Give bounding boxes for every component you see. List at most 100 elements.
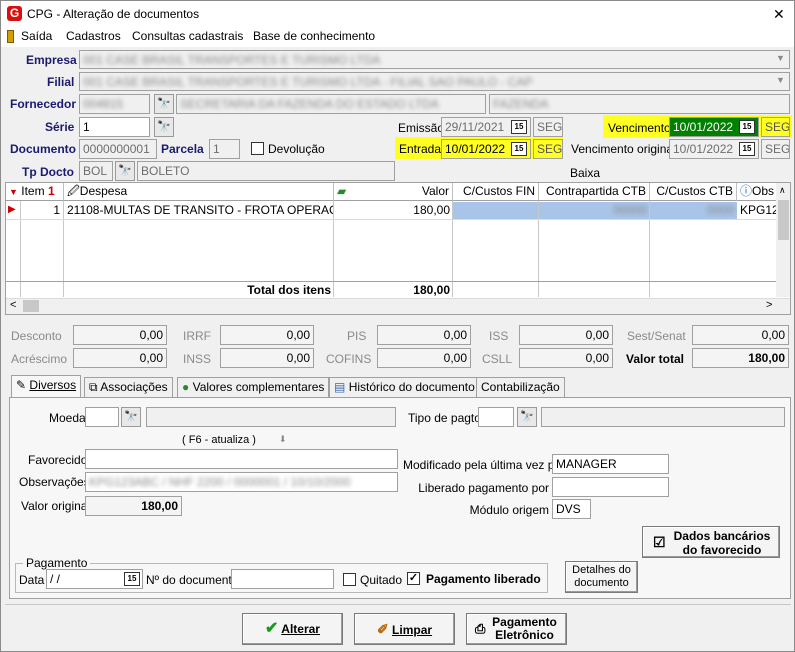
filial-select[interactable]: 001 CASE BRASIL TRANSPORTES E TURISMO LT…: [79, 72, 790, 91]
tpdocto-name-field: BOLETO: [137, 161, 395, 181]
col-header-despesa[interactable]: 🖉Despesa: [64, 183, 334, 201]
total-items-value: 180,00: [413, 283, 450, 297]
menu-base-conhecimento[interactable]: Base de conhecimento: [253, 29, 375, 43]
tipo-pagto-name-field: [541, 407, 785, 427]
close-icon[interactable]: ✕: [773, 6, 785, 23]
documento-field[interactable]: 0000000001: [79, 139, 157, 159]
emissao-label: Emissão: [398, 121, 445, 135]
pagamento-liberado-label: Pagamento liberado: [426, 572, 541, 586]
data-pagamento-calendar-icon[interactable]: 15: [124, 572, 140, 586]
tpdocto-code-field[interactable]: BOL: [79, 161, 113, 181]
col-header-obs[interactable]: ⓘObs: [737, 183, 777, 201]
table-row-ccfin[interactable]: [453, 202, 539, 219]
fornecedor-code-field[interactable]: 004815: [79, 94, 150, 114]
venc-original-calendar-icon[interactable]: 15: [739, 142, 755, 156]
fornecedor-name-field: SECRETARIA DA FAZENDA DO ESTADO LTDA: [176, 94, 486, 114]
items-grid[interactable]: ▼ Item 1 🖉Despesa ▰ Valor C/Custos FIN Co…: [5, 182, 791, 315]
tipo-pagto-field[interactable]: [478, 407, 514, 427]
col-header-item[interactable]: ▼ Item 1: [6, 183, 64, 201]
grid-hscroll-track[interactable]: [6, 298, 790, 314]
acrescimo-label: Acréscimo: [11, 352, 68, 366]
serie-label: Série: [45, 120, 75, 134]
detalhes-documento-button[interactable]: Detalhes do documento: [565, 561, 638, 593]
devolucao-checkbox[interactable]: [251, 142, 264, 155]
csll-field[interactable]: 0,00: [519, 348, 613, 368]
inss-field[interactable]: 0,00: [220, 348, 314, 368]
vencimento-calendar-icon[interactable]: 15: [739, 120, 755, 134]
dados-bancarios-button[interactable]: ☑ Dados bancários do favorecido: [642, 526, 780, 558]
moeda-search-binoculars-icon[interactable]: 🔭: [121, 407, 141, 427]
observacoes-field[interactable]: KPG123ABC / NHF 2200 / 0000001 / 10/10/2…: [85, 472, 398, 492]
document-icon: ▤: [334, 380, 346, 394]
iss-label: ISS: [489, 329, 509, 343]
entrada-calendar-icon[interactable]: 15: [511, 142, 527, 156]
pagamento-eletronico-button[interactable]: ⎙ Pagamento Eletrônico: [466, 613, 567, 645]
fornecedor-search-binoculars-icon[interactable]: 🔭: [154, 94, 174, 114]
chevron-left-icon[interactable]: <: [10, 299, 16, 311]
devolucao-label: Devolução: [268, 142, 325, 156]
printer-icon: ⎙: [475, 621, 486, 636]
entrada-day: SEG: [533, 139, 563, 159]
table-row-valor[interactable]: 180,00: [334, 202, 453, 219]
emissao-calendar-icon[interactable]: 15: [511, 120, 527, 134]
table-row-ccctb[interactable]: 0000: [650, 202, 737, 219]
moeda-name-field: [146, 407, 396, 427]
menu-cadastros[interactable]: Cadastros: [66, 29, 121, 43]
alterar-button[interactable]: ✔ Alterar: [242, 613, 343, 645]
empresa-select[interactable]: 001 CASE BRASIL TRANSPORTES E TURISMO LT…: [79, 50, 790, 69]
irrf-field[interactable]: 0,00: [220, 325, 314, 345]
tab-valores-complementares[interactable]: ● Valores complementares: [177, 377, 330, 397]
grid-vscroll-thumb[interactable]: [778, 200, 789, 240]
checklist-icon: ☑: [653, 534, 666, 550]
tab-diversos[interactable]: ✎ Diversos: [11, 375, 82, 398]
chevron-right-icon[interactable]: >: [766, 299, 772, 311]
moeda-field[interactable]: [85, 407, 119, 427]
serie-search-binoculars-icon[interactable]: 🔭: [154, 117, 174, 137]
observacoes-label: Observações: [19, 475, 90, 489]
table-row-despesa[interactable]: 21108-MULTAS DE TRANSITO - FROTA OPERACI…: [64, 202, 334, 219]
chevron-down-icon[interactable]: ▼: [776, 75, 785, 85]
chevron-up-icon[interactable]: ∧: [779, 185, 786, 196]
acrescimo-field[interactable]: 0,00: [73, 348, 167, 368]
serie-field[interactable]: 1: [79, 117, 150, 137]
chevron-down-icon[interactable]: ▼: [776, 53, 785, 63]
limpar-button[interactable]: ✐ Limpar: [354, 613, 455, 645]
table-row-obs[interactable]: KPG123: [737, 202, 776, 219]
menu-consultas-cadastrais[interactable]: Consultas cadastrais: [132, 29, 243, 43]
cofins-field[interactable]: 0,00: [377, 348, 471, 368]
empresa-label: Empresa: [26, 53, 77, 67]
money-icon: ▰: [337, 184, 347, 198]
valor-total-label: Valor total: [626, 352, 685, 366]
col-header-ccctb[interactable]: C/Custos CTB: [650, 183, 737, 201]
pis-field[interactable]: 0,00: [377, 325, 471, 345]
col-header-ccfin[interactable]: C/Custos FIN: [453, 183, 539, 201]
main-window: G CPG - Alteração de documentos ✕ Saída …: [0, 0, 795, 652]
filial-label: Filial: [47, 75, 75, 89]
favorecido-field[interactable]: [85, 449, 398, 469]
tab-associacoes[interactable]: ⧉ Associações: [84, 377, 173, 397]
desconto-field[interactable]: 0,00: [73, 325, 167, 345]
table-row-item[interactable]: 1: [21, 202, 63, 219]
total-items-label: Total dos itens: [247, 283, 331, 297]
iss-field[interactable]: 0,00: [519, 325, 613, 345]
pagamento-liberado-checkbox[interactable]: ✓: [407, 572, 420, 585]
baixa-label: Baixa: [570, 166, 601, 180]
edit-icon: 🖉: [67, 184, 80, 198]
tab-contabilizacao[interactable]: Contabilização: [476, 377, 565, 397]
col-header-valor[interactable]: ▰ Valor: [334, 183, 453, 201]
parcela-field[interactable]: 1: [209, 139, 240, 159]
ndoc-field[interactable]: [231, 569, 334, 589]
menu-saida[interactable]: Saída: [21, 29, 52, 43]
quitado-checkbox[interactable]: [343, 573, 356, 586]
data-label: Data: [19, 573, 45, 587]
col-header-contrapartida[interactable]: Contrapartida CTB: [539, 183, 650, 201]
f6-hint: ( F6 - atualiza ): [182, 434, 256, 446]
grid-line: [649, 201, 650, 297]
tpdocto-search-binoculars-icon[interactable]: 🔭: [115, 161, 135, 181]
tipo-pagto-search-binoculars-icon[interactable]: 🔭: [517, 407, 537, 427]
tab-historico-documento[interactable]: ▤ Histórico do documento: [329, 377, 480, 397]
valor-original-field: 180,00: [85, 496, 182, 516]
grid-hscroll-thumb[interactable]: [23, 300, 39, 312]
sest-senat-field[interactable]: 0,00: [692, 325, 789, 345]
table-row-contrapartida[interactable]: 00000: [539, 202, 650, 219]
